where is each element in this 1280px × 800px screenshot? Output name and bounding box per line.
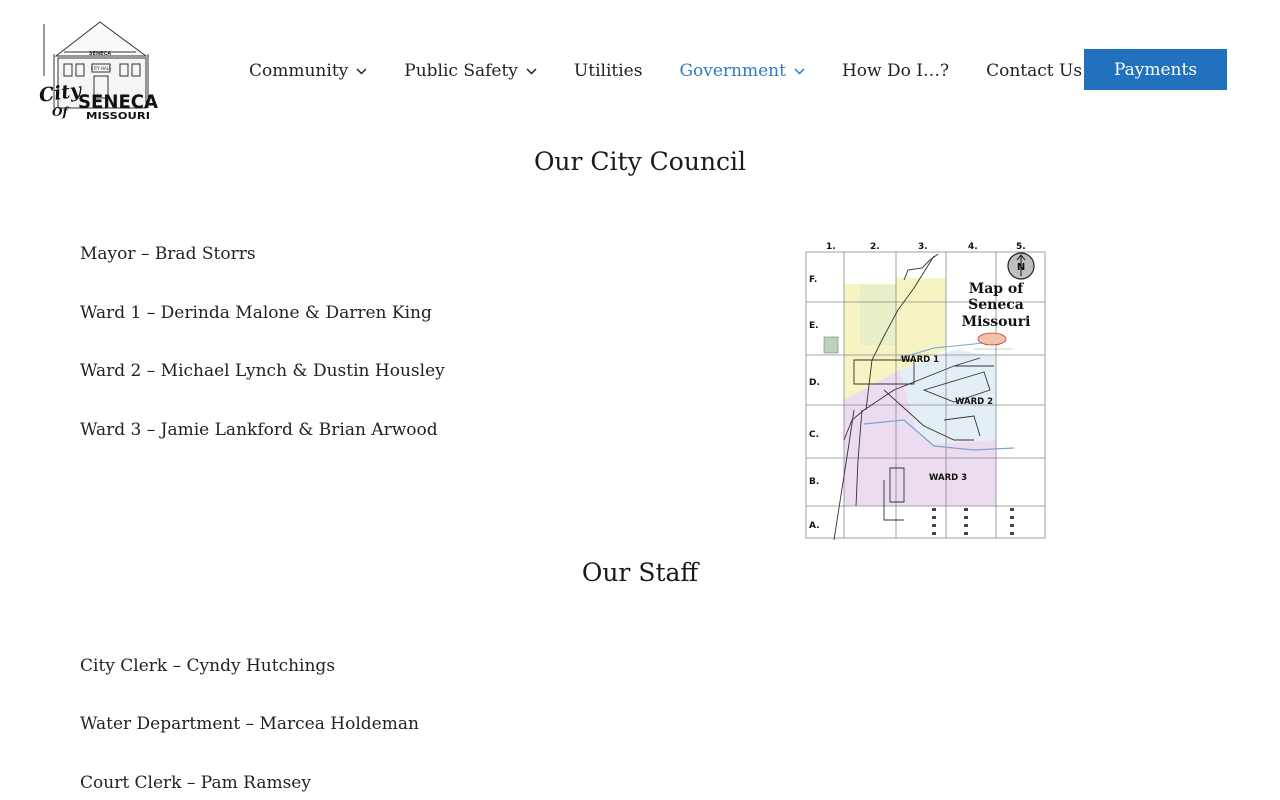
nav-government[interactable]: Government: [679, 61, 805, 81]
map-title-line: Missouri: [962, 314, 1031, 330]
council-member-ward-2: Ward 2 – Michael Lynch & Dustin Housley: [80, 361, 445, 381]
staff-member-water-department: Water Department – Marcea Holdeman: [80, 714, 419, 734]
map-title-line: Map of: [969, 281, 1025, 297]
nav-contact-us[interactable]: Contact Us: [986, 61, 1082, 81]
nav-public-safety-label: Public Safety: [404, 61, 518, 81]
logo-of-word: Of: [52, 105, 69, 119]
nav-community-label: Community: [249, 61, 349, 81]
nav-public-safety[interactable]: Public Safety: [404, 61, 537, 81]
park-area: [860, 285, 896, 345]
park-area: [823, 336, 839, 354]
map-col-label: 5.: [1016, 242, 1026, 252]
council-member-ward-1: Ward 1 – Derinda Malone & Darren King: [80, 303, 432, 323]
map-legend: [932, 508, 1014, 535]
chevron-down-icon: [794, 68, 805, 75]
chevron-down-icon: [356, 68, 367, 75]
ward-2-label: WARD 2: [955, 397, 993, 407]
nav-utilities[interactable]: Utilities: [574, 61, 643, 81]
council-member-ward-3: Ward 3 – Jamie Lankford & Brian Arwood: [80, 420, 438, 440]
ward-3-label: WARD 3: [929, 473, 967, 483]
payments-button[interactable]: Payments: [1084, 49, 1227, 90]
nav-community[interactable]: Community: [249, 61, 367, 81]
logo-state: MISSOURI: [86, 111, 150, 122]
city-logo[interactable]: SENECA CITY HALL City Of SENECA MISSOURI: [34, 18, 166, 122]
map-row-label: B.: [809, 477, 819, 487]
logo-city-name: SENECA: [78, 91, 158, 113]
ward-map[interactable]: 1. 2. 3. 4. 5. F. E. D. C. B. A. Map of …: [804, 240, 1047, 540]
nav-how-do-i-label: How Do I…?: [841, 61, 950, 81]
staff-member-court-clerk: Court Clerk – Pam Ramsey: [80, 773, 311, 793]
north-label: N: [1017, 262, 1025, 273]
map-row-label: A.: [809, 521, 820, 531]
map-row-label: C.: [809, 430, 819, 440]
map-row-label: E.: [809, 321, 819, 331]
map-col-label: 4.: [968, 242, 978, 252]
logo-top-text: SENECA: [89, 51, 111, 57]
council-title: Our City Council: [533, 147, 747, 176]
map-col-label: 3.: [918, 242, 928, 252]
nav-utilities-label: Utilities: [573, 61, 643, 81]
map-row-label: D.: [809, 378, 820, 388]
council-member-mayor: Mayor – Brad Storrs: [80, 244, 256, 264]
site-header: SENECA CITY HALL City Of SENECA MISSOURI…: [0, 0, 1280, 140]
nav-government-label: Government: [679, 61, 786, 81]
map-row-label: F.: [809, 275, 817, 285]
map-title-line: Seneca: [968, 297, 1024, 313]
nav-how-do-i[interactable]: How Do I…?: [842, 61, 949, 81]
staff-title: Our Staff: [581, 558, 699, 587]
logo-plaque-text: CITY HALL: [91, 66, 112, 71]
chevron-down-icon: [526, 68, 537, 75]
map-col-label: 1.: [826, 242, 836, 252]
map-col-label: 2.: [870, 242, 880, 252]
ward-1-label: WARD 1: [901, 355, 939, 365]
main-nav: Community Public Safety Utilities Govern…: [249, 58, 1119, 84]
nav-contact-us-label: Contact Us: [986, 61, 1083, 81]
map-seal: [977, 332, 1007, 346]
staff-member-city-clerk: City Clerk – Cyndy Hutchings: [80, 656, 336, 676]
